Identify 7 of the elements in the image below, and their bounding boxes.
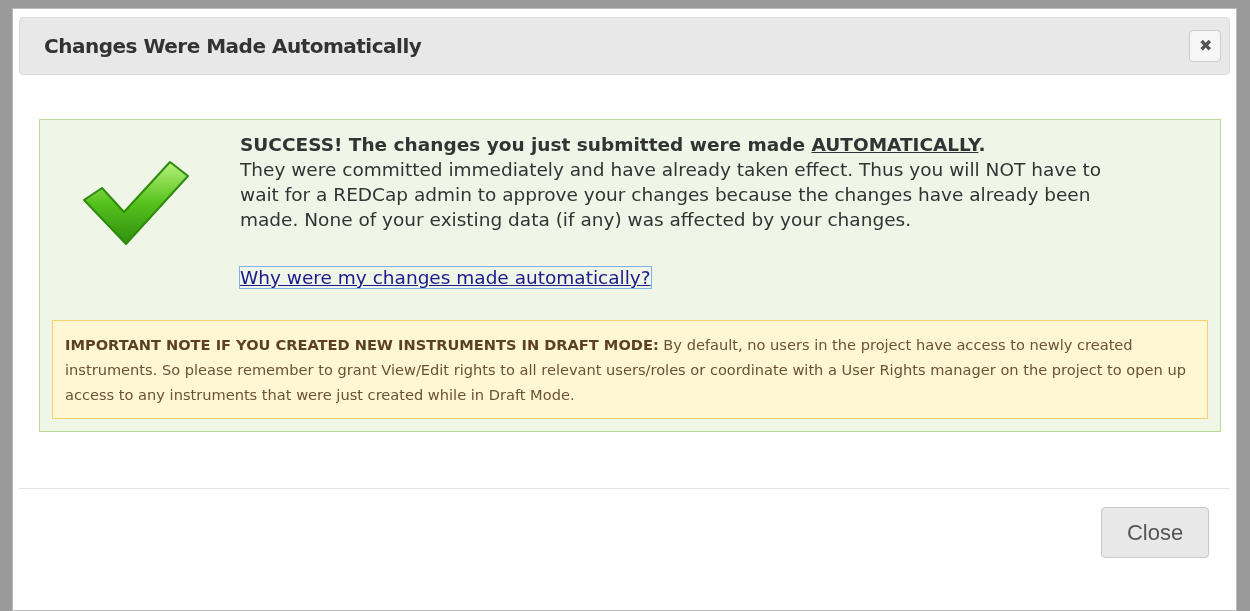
close-button[interactable]: Close bbox=[1101, 506, 1209, 558]
close-icon[interactable]: ✖ bbox=[1189, 30, 1221, 62]
dialog-title: Changes Were Made Automatically bbox=[44, 33, 422, 60]
note-text: IMPORTANT NOTE IF YOU CREATED NEW INSTRUMENTS IN DRAFT MODE: By default, no users in the project have access to newly created instruments. So please remember to grant View/Edit rights to all relevant users/roles or coordinate with a User Rights manager on the project to open up access to any instruments that were just created while in Draft Mode. bbox=[52, 319, 1208, 419]
help-link[interactable]: Why were my changes made automatically? bbox=[240, 267, 651, 288]
checkmark-icon bbox=[82, 160, 190, 246]
success-message: SUCCESS! The changes you just submitted were made AUTOMATICALLY. They were committed immediately and have already taken effect. Thus you will NOT have to wait for a REDCap admin to approve your changes because the changes have already been made. None of your existing data (if any) was affected by your changes. bbox=[240, 133, 1103, 232]
